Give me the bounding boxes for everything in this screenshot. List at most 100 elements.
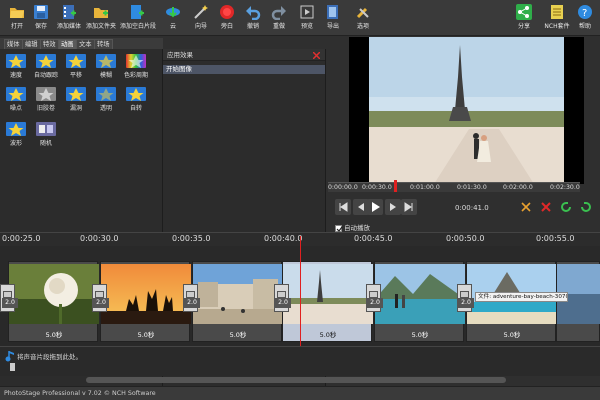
checkbox-icon[interactable] [335, 224, 343, 232]
redo-icon [271, 4, 287, 21]
timeline-clip[interactable]: 5.0秒 [374, 261, 465, 342]
star-icon [6, 122, 26, 136]
delete-button[interactable] [538, 199, 554, 215]
clip-thumbnail-rose [9, 264, 99, 324]
add-blank-button[interactable]: 添加空白片段 [120, 2, 157, 34]
options-button[interactable]: 选项 [346, 2, 380, 34]
preview-screen [349, 37, 584, 184]
star-icon [96, 54, 116, 68]
add-blank-label: 添加空白片段 [120, 23, 157, 30]
applied-effect-item[interactable]: 开始图像 [163, 65, 325, 74]
export-label: 导出 [326, 23, 339, 30]
effect-pan[interactable]: 平移 [62, 54, 90, 86]
music-note-icon [5, 350, 15, 364]
effect-old-film[interactable]: 旧胶卷 [32, 87, 60, 119]
star-icon [126, 87, 146, 101]
rotate-left-button[interactable] [558, 199, 574, 215]
effect-blur[interactable]: 模糊 [92, 54, 120, 86]
timeline-clip[interactable]: 5.0秒 [192, 261, 283, 342]
tab-transitions[interactable]: 转场 [94, 39, 113, 49]
applied-effects-title: 应用效果 [163, 49, 325, 61]
skip-end-button[interactable] [401, 199, 417, 215]
share-button[interactable]: 分享 [507, 2, 541, 34]
main-toolbar: 打开 保存 添加媒体 添加文件夹 添加空白片段 云 向导 旁白 撤销 重做 预览 [0, 0, 600, 36]
star-icon [6, 54, 26, 68]
timeline-tick: 0:00:25.0 [2, 234, 41, 243]
help-icon: ? [577, 4, 593, 20]
transition-duration: 2.0 [2, 298, 18, 308]
clip-thumbnail-sunset [101, 264, 191, 324]
options-label: 选项 [356, 23, 369, 30]
transition-duration: 2.0 [275, 298, 291, 308]
add-folder-button[interactable]: 添加文件夹 [84, 2, 118, 34]
film-export-icon [325, 4, 341, 20]
crop-button[interactable] [518, 199, 534, 215]
timeline-clip-selected[interactable]: 5.0秒 [282, 261, 373, 342]
star-icon [66, 54, 86, 68]
crop-icon [521, 202, 531, 212]
effect-transparent[interactable]: 透明 [92, 87, 120, 119]
add-folder-label: 添加文件夹 [85, 23, 116, 30]
transition-duration: 2.0 [367, 298, 383, 308]
star-icon [66, 87, 86, 101]
step-forward-button[interactable] [385, 199, 401, 215]
effect-speed[interactable]: 速度 [2, 54, 30, 86]
help-button[interactable]: ? 帮助 [568, 2, 600, 34]
play-button[interactable] [367, 199, 383, 215]
effect-wave[interactable]: 波形 [2, 122, 30, 154]
effect-leak[interactable]: 漏洞 [62, 87, 90, 119]
rotate-left-icon [561, 202, 571, 212]
timeline-tick: 0:00:35.0 [172, 234, 211, 243]
tab-animation[interactable]: 动画 [58, 39, 77, 49]
star-icon [36, 54, 56, 68]
ruler-tick: 0:00:30.0 [362, 184, 392, 191]
timeline-clip[interactable]: 5.0秒 [8, 261, 99, 342]
current-time: 0:00:41.0 [455, 204, 489, 212]
rainbow-star-icon [126, 54, 146, 68]
effect-rotate[interactable]: 自转 [122, 87, 150, 119]
transition-duration: 2.0 [184, 298, 200, 308]
effect-noise[interactable]: 噪点 [2, 87, 30, 119]
timeline-tick: 0:00:30.0 [80, 234, 119, 243]
audio-track[interactable]: 将声音片段拖到此处。 [0, 346, 600, 376]
timeline-clip[interactable]: 5.0秒 [100, 261, 191, 342]
film-plus-icon [61, 4, 77, 20]
audio-track-handle[interactable] [10, 363, 15, 371]
timeline-tick: 0:00:50.0 [446, 234, 485, 243]
svg-text:?: ? [582, 8, 587, 19]
effect-color-cycle[interactable]: 色彩周期 [122, 54, 150, 86]
folder-plus-icon [93, 4, 109, 20]
preview-ruler[interactable]: 0:00:00.0 0:00:30.0 0:01:00.0 0:01:30.0 … [328, 180, 580, 192]
star-icon [6, 87, 26, 101]
add-media-label: 添加媒体 [56, 23, 81, 30]
record-icon [219, 4, 235, 20]
step-forward-icon [390, 203, 396, 211]
effect-auto-track[interactable]: 自动跟踪 [32, 54, 60, 86]
transition-duration: 2.0 [458, 298, 474, 308]
add-media-button[interactable]: 添加媒体 [52, 2, 86, 34]
film-preview-icon [299, 4, 315, 20]
tab-text[interactable]: 文本 [76, 39, 95, 49]
tab-effects[interactable]: 特效 [40, 39, 59, 49]
play-icon [372, 202, 380, 212]
rotate-right-button[interactable] [578, 199, 594, 215]
tab-edit[interactable]: 编辑 [22, 39, 41, 49]
status-text: PhotoStage Professional v 7.02 © NCH Sof… [4, 390, 156, 397]
clip-duration: 5.0秒 [137, 331, 155, 339]
ruler-marker[interactable] [394, 180, 397, 192]
star-icon [36, 87, 56, 101]
tab-media[interactable]: 媒体 [4, 39, 23, 49]
left-tabs: 媒体 编辑 特效 动画 文本 转场 [0, 38, 163, 49]
audio-drop-hint: 将声音片段拖到此处。 [17, 353, 82, 361]
export-button[interactable]: 导出 [316, 2, 350, 34]
random-icon [36, 122, 56, 136]
autoplay-label: 自动播放 [344, 224, 370, 232]
skip-start-button[interactable] [335, 199, 351, 215]
timeline-scrollbar[interactable] [86, 377, 506, 383]
folder-open-icon [9, 4, 25, 20]
rotate-right-icon [581, 202, 591, 212]
timeline-tick: 0:00:55.0 [536, 234, 575, 243]
autoplay-checkbox[interactable]: 自动播放 [335, 222, 370, 232]
effect-random[interactable]: 随机 [32, 122, 60, 154]
close-icon[interactable] [312, 51, 321, 60]
